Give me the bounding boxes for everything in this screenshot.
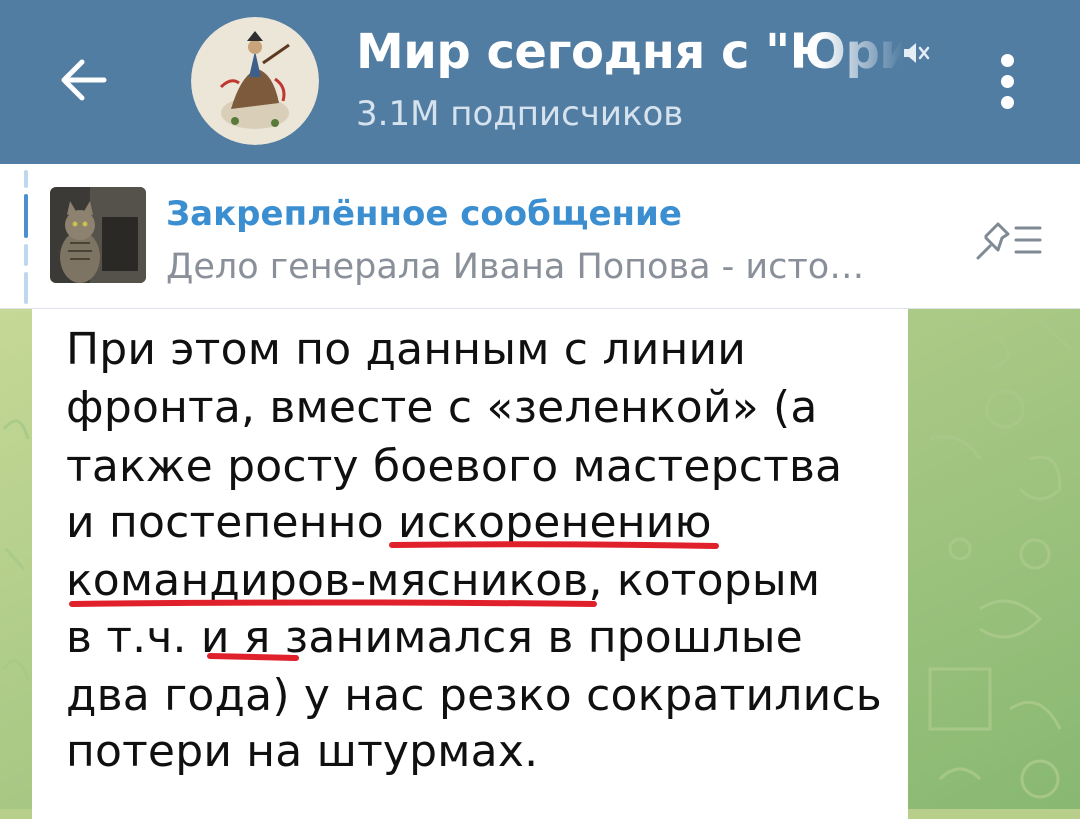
message-line: два года) у нас резко сократились [66, 670, 882, 721]
more-vertical-icon [1001, 54, 1014, 67]
pinned-position-indicator [24, 170, 28, 304]
more-vertical-icon [1001, 75, 1014, 88]
pinned-title: Закреплённое сообщение [166, 194, 682, 234]
back-button[interactable] [52, 48, 116, 112]
chat-header: Мир сегодня с "Юрий 3.1M подписчиков [0, 0, 1080, 164]
message-line: При этом по данным с линии [66, 324, 747, 375]
subscriber-count: 3.1M подписчиков [356, 94, 684, 134]
pinned-message-bar[interactable]: Закреплённое сообщение Дело генерала Ива… [0, 164, 1080, 309]
arrow-left-icon [61, 59, 107, 101]
more-vertical-icon [1001, 96, 1014, 109]
pinned-list-icon [976, 222, 1042, 260]
message-line: фронта, вместе с «зеленкой» (а [66, 382, 818, 433]
message-line: также росту боевого мастерства [66, 441, 843, 492]
pinned-thumbnail [50, 187, 146, 283]
red-underline-marks [69, 541, 719, 661]
pinned-list-button[interactable] [972, 214, 1044, 266]
channel-avatar[interactable] [191, 17, 319, 145]
more-menu-button[interactable] [986, 46, 1030, 116]
pinned-preview-text: Дело генерала Ивана Попова - исто… [166, 247, 865, 287]
channel-avatar-image [191, 17, 319, 145]
muted-speaker-icon [898, 36, 932, 70]
message-line: потери на штурмах. [66, 726, 539, 777]
